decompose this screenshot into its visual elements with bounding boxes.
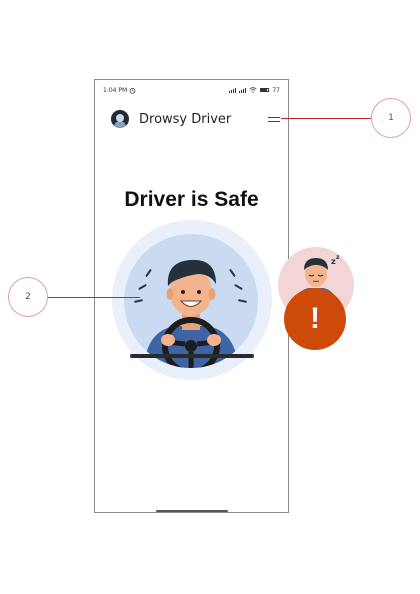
alarm-clock-icon — [129, 87, 136, 94]
wifi-icon — [249, 87, 257, 93]
exclamation-warning-icon: ! — [284, 288, 346, 350]
drowsy-alert-illustration: z z ! — [262, 240, 372, 360]
battery-icon — [260, 88, 270, 92]
driver-avatar-icon — [111, 110, 129, 128]
status-time: 1:04 PM — [103, 86, 128, 94]
home-indicator[interactable] — [156, 510, 228, 512]
hamburger-menu-icon[interactable] — [268, 114, 280, 124]
phone-frame: 1:04 PM 77 Drowsy Driver Driver is Safe — [94, 79, 289, 513]
driver-status-text: Driver is Safe — [124, 188, 259, 211]
svg-text:z: z — [336, 254, 340, 261]
smiling-driver-illustration — [124, 234, 258, 368]
callout-line-1 — [281, 118, 372, 119]
battery-level: 77 — [272, 86, 280, 94]
signal-icon-2 — [239, 87, 247, 93]
status-icons: 77 — [229, 87, 280, 94]
app-title: Drowsy Driver — [139, 111, 232, 127]
callout-2: 2 — [8, 277, 48, 317]
signal-icon — [229, 87, 237, 93]
callout-1: 1 — [371, 98, 411, 138]
app-bar: Drowsy Driver — [111, 108, 280, 130]
status-time-group: 1:04 PM — [103, 87, 136, 94]
callout-line-2 — [48, 297, 140, 298]
road-line — [130, 354, 254, 358]
status-bar: 1:04 PM 77 — [95, 80, 288, 100]
